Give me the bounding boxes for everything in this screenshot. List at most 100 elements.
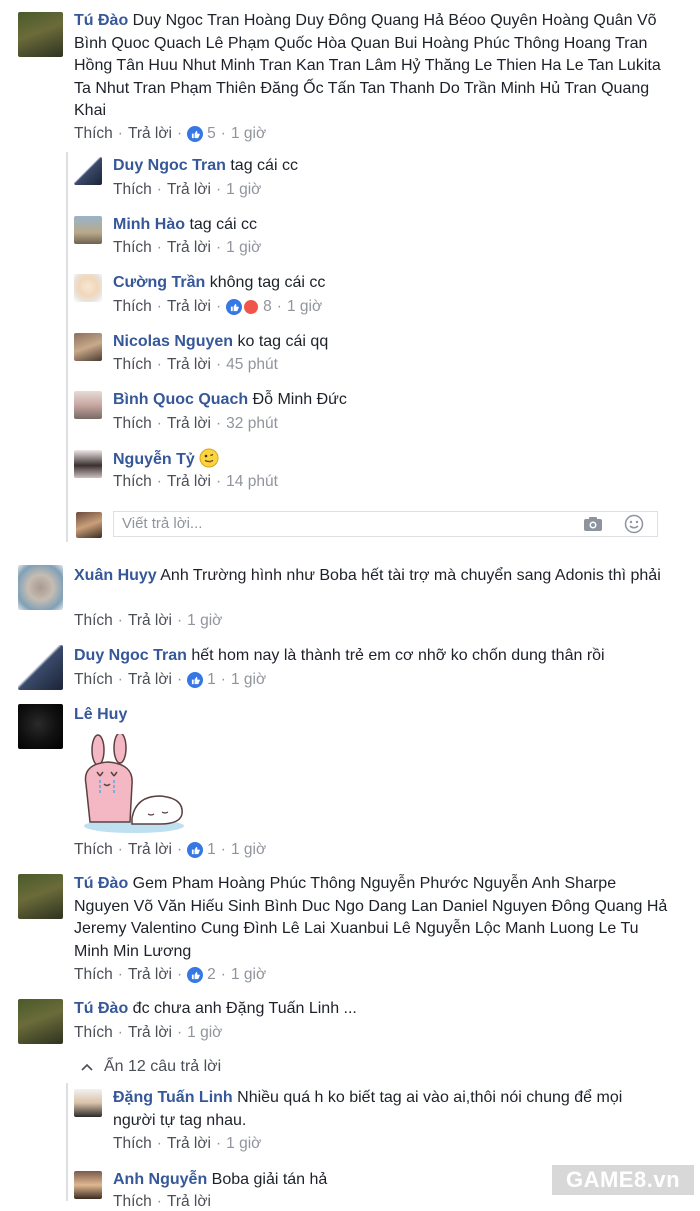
reply-link[interactable]: Trả lời — [167, 239, 211, 257]
comment-time: 1 giờ — [187, 612, 223, 629]
comment-time: 1 giờ — [187, 1024, 223, 1041]
avatar — [76, 512, 102, 538]
comment-text: Duy Ngoc Tran hết hom nay là thành trẻ e… — [74, 645, 674, 668]
comment-author[interactable]: Tú Đào — [74, 1000, 128, 1017]
reply-link[interactable]: Trả lời — [167, 473, 211, 491]
avatar[interactable] — [74, 1089, 102, 1117]
like-link[interactable]: Thích — [74, 125, 113, 143]
reply-link[interactable]: Trả lời — [167, 1193, 211, 1211]
comment-body: tag cái cc — [230, 157, 298, 174]
reply-link[interactable]: Trả lời — [128, 125, 172, 143]
like-link[interactable]: Thích — [113, 1193, 152, 1211]
avatar[interactable] — [74, 333, 102, 361]
like-icon — [187, 126, 204, 142]
reply-link[interactable]: Trả lời — [128, 966, 172, 984]
comment-body: đc chưa anh Đặng Tuấn Linh ... — [132, 1000, 357, 1017]
comment-text: Tú Đào Gem Pham Hoàng Phúc Thông Nguyễn … — [74, 873, 674, 963]
comment-author[interactable]: Cường Trần — [113, 274, 205, 291]
like-link[interactable]: Thích — [113, 239, 152, 257]
avatar[interactable] — [74, 450, 102, 478]
reply-link[interactable]: Trả lời — [128, 612, 172, 630]
avatar[interactable] — [74, 216, 102, 244]
avatar[interactable] — [18, 645, 63, 690]
like-link[interactable]: Thích — [113, 356, 152, 374]
avatar[interactable] — [18, 999, 63, 1044]
comment-actions: Thích · Trả lời · 32 phút — [113, 415, 278, 433]
comment-actions: Thích · Trả lời — [113, 1193, 211, 1211]
avatar[interactable] — [18, 704, 63, 749]
like-link[interactable]: Thích — [113, 473, 152, 491]
comment-text: Đặng Tuấn Linh Nhiều quá h ko biết tag a… — [113, 1087, 653, 1132]
reply-link[interactable]: Trả lời — [167, 415, 211, 433]
like-link[interactable]: Thích — [113, 298, 152, 316]
comment-actions: Thích · Trả lời · 1 giờ — [113, 1135, 262, 1153]
comment-text: Nicolas Nguyen ko tag cái qq — [113, 331, 673, 354]
comment-author[interactable]: Duy Ngoc Tran — [113, 157, 226, 174]
camera-icon[interactable] — [583, 516, 603, 532]
emoji-icon[interactable] — [624, 514, 644, 534]
like-link[interactable]: Thích — [113, 181, 152, 199]
comment-author[interactable]: Lê Huy — [74, 706, 127, 723]
comment-body: hết hom nay là thành trẻ em cơ nhỡ ko ch… — [191, 647, 605, 664]
reply-placeholder: Viết trả lời... — [122, 515, 203, 532]
comment-body: ko tag cái qq — [237, 333, 329, 350]
reply-link[interactable]: Trả lời — [167, 356, 211, 374]
comment-text: Nguyễn Tỷ — [113, 448, 673, 472]
like-link[interactable]: Thích — [74, 966, 113, 984]
reply-link[interactable]: Trả lời — [128, 841, 172, 859]
hide-replies-link[interactable]: Ẩn 12 câu trả lời — [80, 1058, 221, 1076]
bunny-sticker — [84, 734, 184, 833]
reply-link[interactable]: Trả lời — [167, 181, 211, 199]
comment-author[interactable]: Minh Hào — [113, 216, 185, 233]
comment-author[interactable]: Nicolas Nguyen — [113, 333, 233, 350]
reaction-count[interactable]: 2 — [187, 966, 216, 984]
comment-author[interactable]: Xuân Huyy — [74, 567, 157, 584]
reply-thread-line — [66, 152, 68, 542]
avatar[interactable] — [18, 12, 63, 57]
like-link[interactable]: Thích — [74, 841, 113, 859]
comment-author[interactable]: Nguyễn Tỷ — [113, 451, 195, 468]
comment-author[interactable]: Tú Đào — [74, 12, 128, 29]
reply-link[interactable]: Trả lời — [128, 671, 172, 689]
comment-actions: Thích · Trả lời · 45 phút — [113, 356, 278, 374]
reaction-count[interactable]: 5 — [187, 125, 216, 143]
comment-text: Cường Trần không tag cái cc — [113, 272, 673, 295]
like-link[interactable]: Thích — [74, 1024, 113, 1042]
comment-author[interactable]: Đặng Tuấn Linh — [113, 1089, 233, 1106]
avatar[interactable] — [74, 391, 102, 419]
like-link[interactable]: Thích — [74, 671, 113, 689]
reply-link[interactable]: Trả lời — [167, 298, 211, 316]
comment-actions: Thích · Trả lời · 1 giờ — [74, 612, 223, 630]
comment-author[interactable]: Anh Nguyễn — [113, 1171, 207, 1188]
comment-actions: Thích · Trả lời · 1 giờ — [113, 239, 262, 257]
like-link[interactable]: Thích — [74, 612, 113, 630]
avatar[interactable] — [74, 274, 102, 302]
reply-thread-line — [66, 1083, 68, 1201]
like-icon — [226, 299, 243, 315]
like-link[interactable]: Thích — [113, 1135, 152, 1153]
comment-actions: Thích · Trả lời · 2 · 1 giờ — [74, 966, 267, 984]
like-link[interactable]: Thích — [113, 415, 152, 433]
avatar[interactable] — [74, 157, 102, 185]
like-icon — [187, 967, 204, 983]
reaction-count[interactable]: 1 — [187, 671, 216, 689]
comment-actions: Thích · Trả lời · 1 · 1 giờ — [74, 841, 267, 859]
avatar[interactable] — [18, 874, 63, 919]
comment-body: Đỗ Minh Đức — [252, 391, 347, 408]
comment-author[interactable]: Duy Ngoc Tran — [74, 647, 187, 664]
avatar[interactable] — [18, 565, 63, 610]
comment-text: Duy Ngoc Tran tag cái cc — [113, 155, 673, 178]
comment-time: 1 giờ — [230, 671, 267, 688]
comment-author[interactable]: Bình Quoc Quach — [113, 391, 248, 408]
reply-link[interactable]: Trả lời — [128, 1024, 172, 1042]
reply-input[interactable]: Viết trả lời... — [113, 511, 658, 537]
comment-text: Bình Quoc Quach Đỗ Minh Đức — [113, 389, 673, 412]
reaction-count[interactable]: 1 — [187, 841, 216, 859]
reply-link[interactable]: Trả lời — [167, 1135, 211, 1153]
comment-actions: Thích · Trả lời · 1 giờ — [113, 181, 262, 199]
avatar[interactable] — [74, 1171, 102, 1199]
watermark-logo: GAME8.vn — [552, 1165, 694, 1195]
reaction-count[interactable]: 8 — [226, 298, 272, 316]
angry-icon — [243, 299, 260, 315]
comment-author[interactable]: Tú Đào — [74, 875, 128, 892]
